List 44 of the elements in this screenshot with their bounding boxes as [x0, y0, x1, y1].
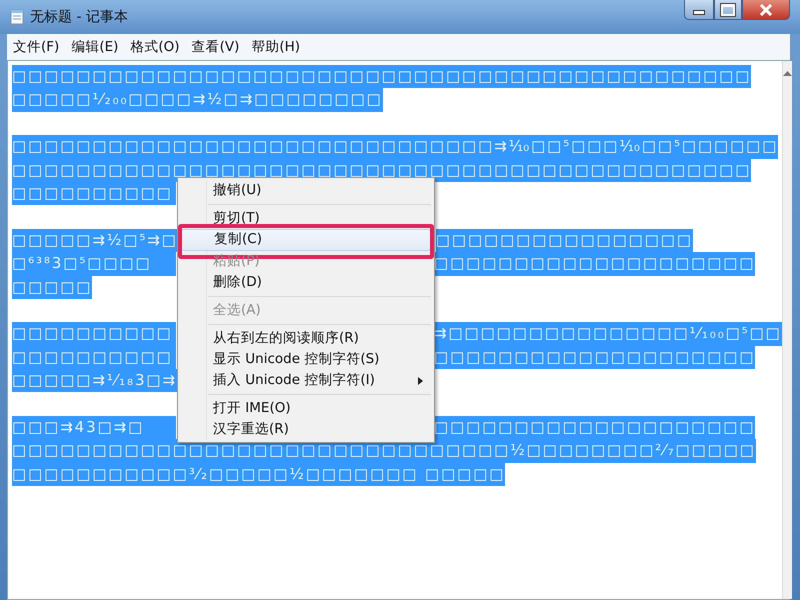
selected-text: □□□□□ — [12, 276, 92, 299]
menu-bar-item[interactable]: 查看(V) — [192, 38, 240, 56]
close-icon — [759, 4, 773, 16]
selected-text: □□□□□□□□□□□□□□□□ — [436, 228, 693, 252]
selected-text: □□□□□□□□□□ — [12, 182, 176, 206]
selected-text: □□□□□⇉¹⁄₁₈3□⇉ — [12, 369, 177, 392]
menu-item[interactable]: 汉字重选(R) — [181, 418, 431, 440]
menu-item[interactable]: 从右到左的阅读顺序(R) — [181, 328, 431, 348]
selected-text: □□□□□□□□□□□³⁄₂□□□□□½□□□□□□□ □□□□□ — [12, 462, 506, 486]
selected-text: ⇉□□□□□□□□□□□□□□□¹⁄₁₀₀□⁵□□ — [434, 322, 782, 346]
selected-text: □□□□□□□□□□□□□□□□□□□□ — [434, 252, 756, 276]
minimize-button[interactable] — [684, 0, 714, 20]
selected-text: □□□□□□□□□□□□□□□□□□□□□□□□□□□□□□□½□□□□□□□□²⁄₇□□□□□ — [12, 439, 756, 463]
maximize-button[interactable] — [714, 0, 742, 20]
menu-bar-item[interactable]: 格式(O) — [130, 38, 180, 56]
selected-text: □□□□□¹⁄₂₀₀□□□□⇉½□⇉□□□□□□□□ — [12, 88, 383, 112]
selected-text: □□□□□□□□□□□□□□□□□□□□ — [434, 416, 756, 440]
menu-item[interactable]: 剪切(T) — [181, 208, 431, 229]
menu-item[interactable]: 删除(D) — [181, 272, 431, 292]
menu-item[interactable]: 复制(C) — [181, 229, 431, 250]
selected-text: □⁶³⁸3□⁵□□□□ — [12, 252, 176, 276]
close-button[interactable] — [742, 0, 790, 20]
menu-item[interactable]: 显示 Unicode 控制字符(S) — [181, 348, 431, 370]
selected-text: □□□□□□□□□□ — [12, 346, 176, 370]
menu-bar-item[interactable]: 文件(F) — [13, 38, 60, 56]
window-title: 无标题 - 记事本 — [30, 8, 128, 26]
maximize-icon — [721, 4, 735, 16]
selected-text: □□□□□□□□□□□□□□□□□□□□□□□□□□□□□□⇉⅒□□⁵□□□⅒□□⁵□□□□□□ — [12, 135, 778, 159]
menu-item[interactable]: 插入 Unicode 控制字符(I) — [181, 370, 431, 390]
selected-text: □□□⇉43□⇉□ — [12, 416, 176, 440]
selected-text: □□□□□□□□□□□□□□□□□□□□ — [434, 346, 756, 370]
menu-bar-item[interactable]: 帮助(H) — [251, 38, 300, 56]
submenu-arrow-icon — [418, 376, 423, 384]
minimize-icon — [693, 10, 705, 15]
selected-text: □□□□□□□□□□□□□□□□□□□□□□□□□□□□□□□□□□□□□□□□□□□□□□ — [12, 158, 752, 182]
scroll-up-icon[interactable] — [782, 71, 792, 77]
selected-text: □□□□□□□□□□ — [12, 322, 176, 346]
selected-text: □□□□□⇉½□⁵⇉□ — [12, 228, 178, 252]
menu-item[interactable]: 撤销(U) — [181, 180, 431, 201]
selected-text: □□□□□□□□□□□□□□□□□□□□□□□□□□□□□□□□□□□□□□□□□□□□□□ — [12, 65, 752, 88]
menu-item[interactable]: 打开 IME(O) — [181, 398, 431, 418]
scrollbar[interactable] — [782, 61, 792, 599]
notepad-icon — [10, 9, 24, 25]
menu-bar-item[interactable]: 编辑(E) — [71, 38, 118, 56]
